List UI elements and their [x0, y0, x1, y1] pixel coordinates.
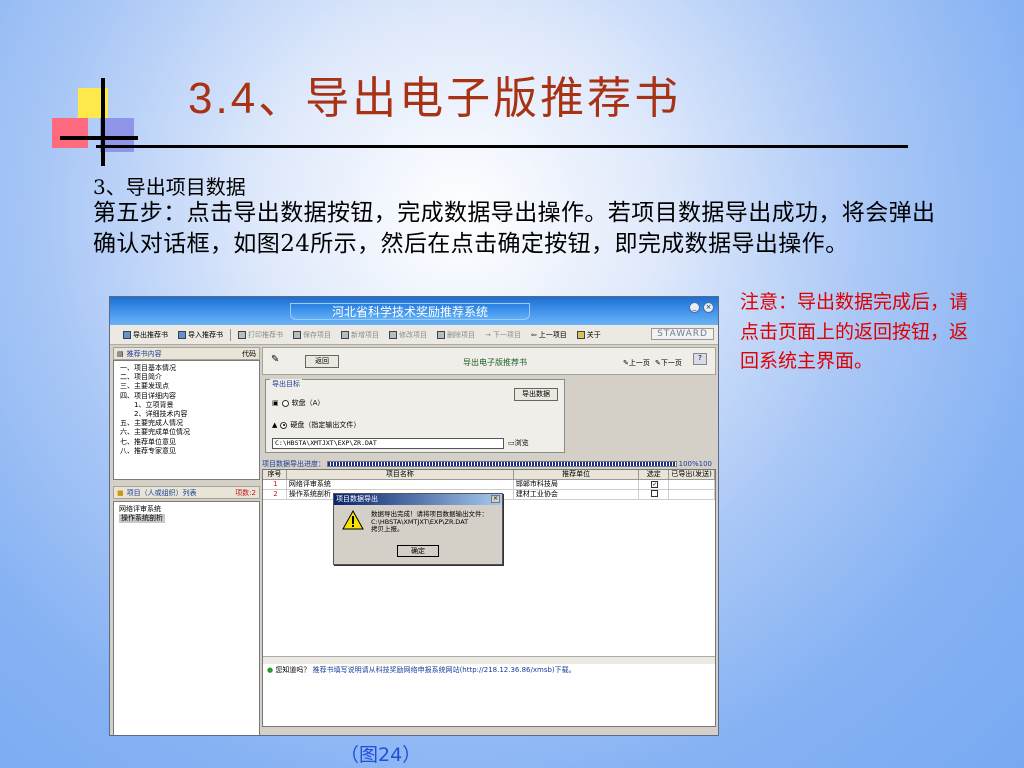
table-row[interactable]: 1 网络评审系统 邯郸市科技局 ✓	[263, 480, 715, 490]
toolbar: 导出推荐书 导入推荐书 打印推荐书 保存项目 新增项目 修改项目 删除项目 → 下…	[110, 325, 718, 345]
col-selected[interactable]: 选定	[639, 470, 670, 480]
delete-icon	[437, 330, 445, 339]
project-list-header: ■ 项目（人或组织）列表 项数:2	[113, 486, 260, 499]
table-header: 序号 项目名称 推荐单位 选定 已导出(发送)	[263, 470, 715, 480]
next-page-link[interactable]: ✎下一页	[655, 358, 682, 368]
row-checkbox[interactable]	[651, 490, 659, 497]
row-checkbox[interactable]: ✓	[651, 481, 659, 488]
floppy-icon: ▣	[272, 399, 279, 407]
left-panel: ▤ 推荐书内容 代码 一、项目基本情况 二、项目简介 三、主要发现点 四、项目详细内容…	[113, 347, 260, 735]
next-project-button[interactable]: → 下一项目	[482, 329, 524, 341]
code-button[interactable]: 代码	[242, 349, 256, 359]
content-panel-header: ▤ 推荐书内容 代码	[113, 347, 260, 360]
progress-fill	[328, 461, 676, 466]
tree-item[interactable]: 2、详细技术内容	[120, 410, 259, 419]
content-tree: 一、项目基本情况 二、项目简介 三、主要发现点 四、项目详细内容 1、立项背景 2、详细技…	[113, 360, 260, 480]
floppy-radio[interactable]	[281, 399, 289, 407]
dialog-message: 数据导出完成！请将项目数据输出文件： C:\HBSTA\XMTJXT\EXP\Z…	[371, 510, 488, 533]
title-divider	[96, 145, 908, 148]
info-icon	[576, 330, 585, 339]
export-target-group: 导出目标 导出数据 ▣ 软盘（A） ▲ 硬盘（指定输出文件） C:\HBSTA\…	[265, 379, 565, 453]
app-title: 河北省科学技术奖励推荐系统	[290, 303, 530, 320]
tree-item[interactable]: 七、推荐单位意见	[120, 438, 259, 447]
print-button[interactable]: 打印推荐书	[235, 329, 286, 341]
col-exported[interactable]: 已导出(发送)	[669, 470, 715, 480]
new-project-button[interactable]: 新增项目	[338, 329, 382, 341]
app-title-bar: 河北省科学技术奖励推荐系统 _ ×	[110, 297, 718, 325]
export-doc-icon: ✎	[271, 354, 280, 365]
project-list: 网络评审系统 操作系统剖析	[113, 501, 260, 735]
export-progress: 项目数据导出进度： 100%100	[262, 459, 716, 468]
prev-page-link[interactable]: ✎上一页	[623, 358, 650, 368]
floppy-option[interactable]: ▣ 软盘（A）	[272, 398, 324, 408]
lightbulb-icon: ●	[267, 666, 274, 674]
export-target-label: 导出目标	[270, 379, 302, 389]
book-icon: ▤	[117, 349, 124, 358]
tree-item[interactable]: 1、立项背景	[120, 401, 259, 410]
slide-subheading: 3、导出项目数据	[93, 175, 246, 199]
output-path-input[interactable]: C:\HBSTA\XMTJXT\EXP\ZR.DAT	[272, 438, 504, 449]
tree-item[interactable]: 六、主要完成单位情况	[120, 428, 259, 437]
tip-bar: ● 您知道吗？ 推荐书填写说明请从科技奖励网络申报系统网站(http://218…	[267, 666, 576, 674]
app-window: 河北省科学技术奖励推荐系统 _ × 导出推荐书 导入推荐书 打印推荐书 保存项目…	[109, 296, 719, 736]
close-window-button[interactable]: ×	[703, 302, 714, 313]
horizontal-scrollbar[interactable]	[263, 656, 715, 664]
export-complete-dialog: 项目数据导出 × 数据导出完成！请将项目数据输出文件： C:\HBSTA\XMT…	[333, 493, 503, 565]
tree-item[interactable]: 五、主要完成人情况	[120, 419, 259, 428]
export-header: ✎ 返回 导出电子版推荐书 ✎上一页 ✎下一页 ?	[262, 347, 716, 375]
edit-project-button[interactable]: 修改项目	[386, 329, 430, 341]
back-button[interactable]: 返回	[305, 355, 339, 368]
export-icon	[123, 330, 131, 339]
dialog-close-button[interactable]: ×	[491, 495, 500, 503]
tree-item[interactable]: 四、项目详细内容	[120, 392, 259, 401]
list-item-selected[interactable]: 操作系统剖析	[119, 514, 165, 523]
tree-item[interactable]: 三、主要发现点	[120, 382, 259, 391]
export-recommendation-button[interactable]: 导出推荐书	[120, 329, 171, 341]
tip-text[interactable]: 推荐书填写说明请从科技奖励网络申报系统网站(http://218.12.36.8…	[313, 666, 576, 674]
help-icon[interactable]: ?	[693, 353, 707, 365]
dialog-title: 项目数据导出 ×	[334, 494, 502, 505]
delete-project-button[interactable]: 删除项目	[434, 329, 478, 341]
import-recommendation-button[interactable]: 导入推荐书	[175, 329, 226, 341]
printer-icon	[238, 330, 246, 339]
col-project-name[interactable]: 项目名称	[286, 470, 514, 480]
arrow-left-icon: ⇦	[530, 330, 537, 339]
toolbar-separator	[230, 328, 231, 341]
import-icon	[178, 330, 186, 339]
slide-title: 3.4、导出电子版推荐书	[188, 74, 682, 123]
dialog-ok-button[interactable]: 确定	[397, 545, 439, 557]
edit-icon	[389, 330, 397, 339]
tree-item[interactable]: 八、推荐专家意见	[120, 447, 259, 456]
about-button[interactable]: 关于	[574, 329, 604, 341]
arrow-right-icon: →	[485, 330, 491, 339]
warning-icon	[342, 510, 364, 530]
title-decoration	[50, 78, 140, 168]
save-project-button[interactable]: 保存项目	[290, 329, 334, 341]
slide-note: 注意：导出数据完成后，请点击页面上的返回按钮，返回系统主界面。	[740, 291, 969, 372]
progress-label: 项目数据导出进度：	[262, 459, 325, 468]
export-data-button[interactable]: 导出数据	[514, 388, 558, 401]
browse-button[interactable]: ▭浏览	[508, 438, 529, 448]
minimize-button[interactable]: _	[689, 302, 700, 313]
slide-body-text: 第五步：点击导出数据按钮，完成数据导出操作。若项目数据导出成功，将会弹出确认对话…	[93, 200, 936, 257]
col-index[interactable]: 序号	[263, 470, 287, 480]
col-unit[interactable]: 推荐单位	[513, 470, 640, 480]
tree-item[interactable]: 二、项目简介	[120, 373, 259, 382]
project-count: 项数:2	[235, 488, 256, 497]
list-item[interactable]: 网络评审系统	[119, 505, 254, 514]
harddisk-icon: ▲	[272, 421, 278, 429]
progress-bar	[327, 460, 677, 467]
brand-logo: STAWARD	[651, 328, 714, 340]
figure-caption: （图24）	[340, 744, 422, 766]
folder-icon: ■	[117, 488, 124, 497]
folder-open-icon: ▭	[508, 439, 515, 447]
harddisk-option[interactable]: ▲ 硬盘（指定输出文件）	[272, 420, 360, 430]
tree-item[interactable]: 一、项目基本情况	[120, 364, 259, 373]
progress-percent: 100%100	[678, 459, 712, 468]
prev-project-button[interactable]: ⇦ 上一项目	[528, 329, 570, 341]
new-icon	[341, 330, 349, 339]
export-title: 导出电子版推荐书	[463, 358, 527, 367]
save-icon	[293, 330, 301, 339]
harddisk-radio[interactable]	[280, 421, 288, 429]
